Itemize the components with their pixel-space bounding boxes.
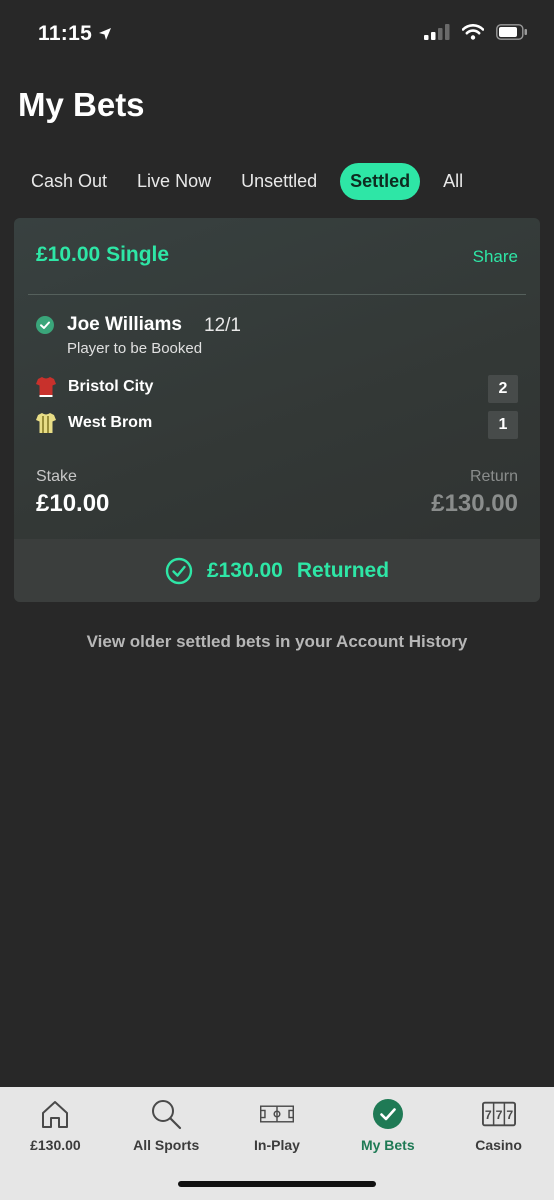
bet-card[interactable]: £10.00 Single Share Joe Williams 12/1 Pl… [14,218,540,602]
return-value: £130.00 [431,490,518,517]
svg-text:7: 7 [484,1108,491,1122]
tab-unsettled[interactable]: Unsettled [226,163,332,200]
check-circle-icon [165,557,193,584]
nav-casino[interactable]: 7 7 7 Casino [443,1087,554,1200]
bet-title: £10.00 Single [36,243,170,266]
shirt-icon [36,377,56,397]
stake-label: Stake [36,468,77,485]
selection-odds: 12/1 [204,315,241,336]
status-icons [424,24,528,40]
returned-status-bar: £130.00 Returned [14,539,540,602]
selection-market: Player to be Booked [67,340,203,357]
selection-won-check-icon [36,316,54,334]
nav-label: In-Play [254,1137,300,1153]
nav-label: My Bets [360,1137,415,1153]
pitch-icon [259,1105,294,1123]
team-score: 2 [488,375,518,403]
team-row-away: West Brom [36,412,152,434]
returned-label: Returned [296,558,390,582]
nav-balance[interactable]: £130.00 [0,1087,111,1200]
page-title: My Bets [18,86,145,123]
team-name: West Brom [68,414,153,431]
nav-label: Casino [475,1137,522,1153]
returned-amount: £130.00 [206,558,283,582]
selection-name: Joe Williams [67,314,182,335]
stake-value: £10.00 [36,490,110,517]
slot-machine-icon: 7 7 7 [481,1101,516,1127]
team-row-home: Bristol City [36,376,153,398]
home-indicator [178,1181,376,1187]
nav-label: All Sports [133,1137,200,1153]
card-divider [28,294,526,295]
check-circle-icon [372,1099,403,1129]
bet-filter-tabs: Cash Out Live Now Unsettled Settled All [16,163,478,200]
status-time-text: 11:15 [38,22,93,45]
tab-live-now[interactable]: Live Now [122,163,226,200]
svg-text:7: 7 [495,1108,502,1122]
status-bar: 11:15 [0,0,554,70]
cellular-signal-icon [424,24,450,40]
shirt-icon [36,413,56,433]
home-icon [42,1101,69,1128]
status-time: 11:15 [38,22,112,46]
tab-all[interactable]: All [428,163,478,200]
share-button[interactable]: Share [473,247,518,267]
search-icon [152,1100,182,1130]
battery-icon [496,24,527,40]
tab-cash-out[interactable]: Cash Out [16,163,122,200]
account-history-link[interactable]: View older settled bets in your Account … [0,632,554,652]
team-name: Bristol City [68,378,154,395]
wifi-icon [462,24,484,40]
return-label: Return [469,468,518,485]
svg-text:7: 7 [506,1108,513,1122]
nav-label: £130.00 [30,1137,81,1153]
team-score: 1 [488,411,518,439]
location-arrow-icon [99,28,112,40]
tab-settled[interactable]: Settled [340,163,421,200]
